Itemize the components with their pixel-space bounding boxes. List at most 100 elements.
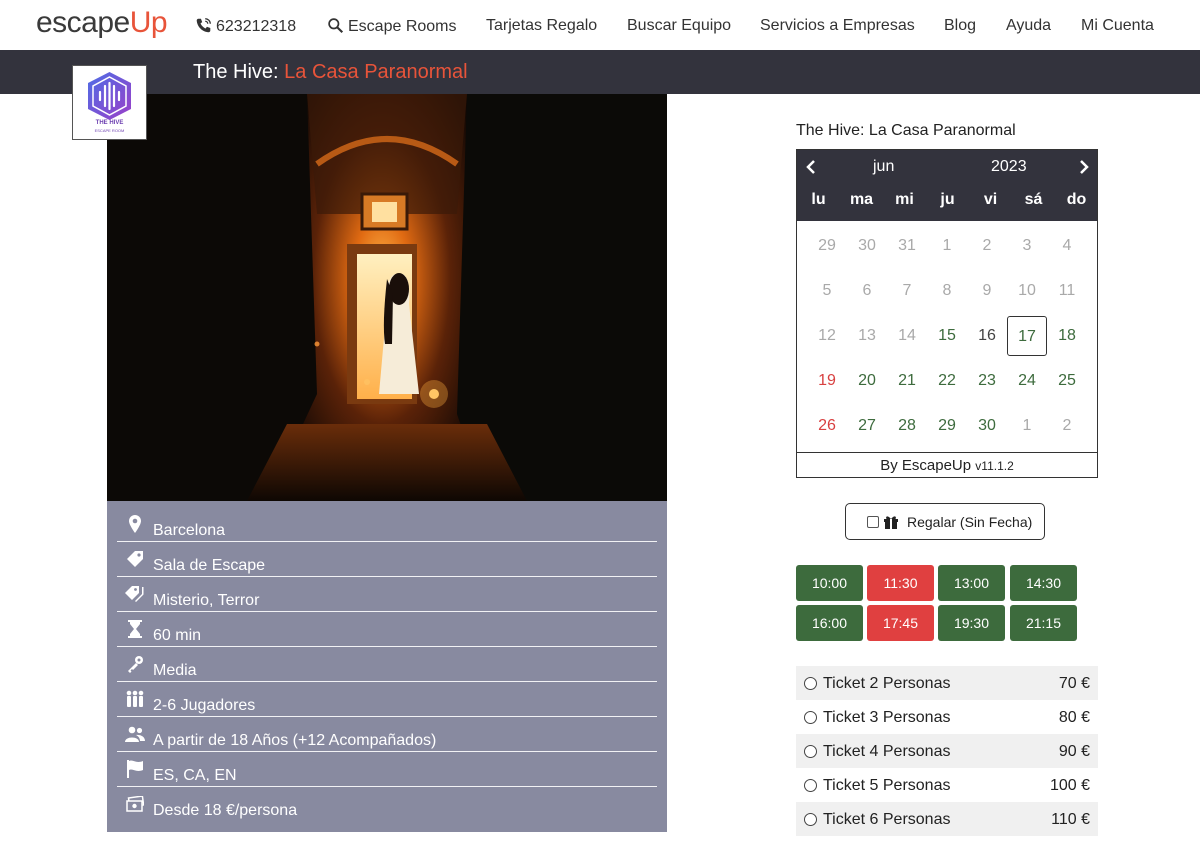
price-text: Desde 18 €/persona	[153, 802, 298, 819]
logo-text-up: Up	[129, 6, 168, 39]
hourglass-icon	[125, 620, 145, 638]
calendar-day-unavailable: 2	[982, 237, 992, 254]
nav-blog[interactable]: Blog	[944, 17, 976, 35]
calendar-day-prev-month: 31	[898, 237, 916, 254]
booking-calendar: jun 2023 lu ma mi ju vi sá do 29 30 31 1…	[796, 149, 1098, 478]
ticket-name: Ticket 4 Personas	[823, 743, 951, 760]
key-icon	[125, 655, 145, 673]
calendar-day-unavailable: 12	[818, 327, 836, 344]
ticket-option[interactable]: Ticket 2 Personas 70 €	[796, 666, 1098, 700]
phone-icon	[196, 18, 211, 33]
ticket-price: 90 €	[1058, 743, 1090, 760]
time-slot-available[interactable]: 13:00	[938, 565, 1005, 601]
players-text: 2-6 Jugadores	[153, 697, 256, 714]
room-photo	[107, 94, 667, 501]
room-title: The Hive: La Casa Paranormal	[193, 61, 468, 84]
calendar-day-available[interactable]: 29	[927, 406, 967, 446]
ticket-radio[interactable]	[804, 813, 817, 826]
haunted-corridor-image	[107, 94, 667, 501]
calendar-day-selected[interactable]: 17	[1007, 316, 1047, 356]
flag-icon	[125, 760, 145, 778]
calendar-day-unavailable: 1	[942, 237, 952, 254]
logo-text-escape: escape	[36, 6, 130, 39]
calendar-month[interactable]: jun	[873, 158, 894, 176]
calendar-day-available[interactable]: 21	[887, 361, 927, 401]
calendar-day-unavailable: 7	[902, 282, 912, 299]
ticket-price: 80 €	[1058, 709, 1090, 726]
calendar-day-available[interactable]: 24	[1007, 361, 1047, 401]
ticket-option[interactable]: Ticket 3 Personas 80 €	[796, 700, 1098, 734]
languages-text: ES, CA, EN	[153, 767, 237, 784]
calendar-day-available[interactable]: 16	[967, 316, 1007, 356]
tag-icon	[125, 550, 145, 568]
room-name: La Casa Paranormal	[284, 61, 468, 83]
nav-escape-rooms-label: Escape Rooms	[348, 18, 457, 35]
calendar-day-available[interactable]: 25	[1047, 361, 1087, 401]
nav-escape-rooms[interactable]: Escape Rooms	[327, 17, 457, 36]
ticket-price: 70 €	[1058, 675, 1090, 692]
calendar-day-unavailable: 9	[982, 282, 992, 299]
calendar-day-available[interactable]: 18	[1047, 316, 1087, 356]
calendar-day-unavailable: 8	[942, 282, 952, 299]
hive-hexagon-logo	[88, 72, 131, 120]
ticket-price: 110 €	[1051, 811, 1090, 828]
calendar-day-next-month: 2	[1062, 417, 1072, 434]
time-slot-full: 17:45	[867, 605, 934, 641]
location-text: Barcelona	[153, 522, 226, 539]
weekday-label: ju	[940, 191, 955, 208]
detail-difficulty: Media	[117, 647, 657, 682]
ticket-radio[interactable]	[804, 711, 817, 724]
ticket-name: Ticket 5 Personas	[823, 777, 951, 794]
phone-number: 623212318	[216, 18, 297, 35]
ticket-option[interactable]: Ticket 5 Personas 100 €	[796, 768, 1098, 802]
logo-name: THE HIVE	[95, 120, 124, 126]
gift-checkbox[interactable]	[867, 516, 879, 528]
gift-no-date-button[interactable]: Regalar (Sin Fecha)	[845, 503, 1045, 540]
time-slot-available[interactable]: 14:30	[1010, 565, 1077, 601]
escapeup-logo[interactable]: escapeUp	[36, 6, 168, 40]
ticket-option[interactable]: Ticket 6 Personas 110 €	[796, 802, 1098, 836]
calendar-day-available[interactable]: 23	[967, 361, 1007, 401]
duration-text: 60 min	[153, 627, 202, 644]
ticket-option[interactable]: Ticket 4 Personas 90 €	[796, 734, 1098, 768]
calendar-day-prev-month: 30	[858, 237, 876, 254]
nav-find-team[interactable]: Buscar Equipo	[627, 17, 731, 35]
calendar-day-available[interactable]: 22	[927, 361, 967, 401]
tags-icon	[125, 585, 145, 603]
weekday-label: sá	[1024, 191, 1043, 208]
calendar-day-available[interactable]: 15	[927, 316, 967, 356]
prev-month-button[interactable]	[801, 156, 821, 178]
calendar-day-unavailable: 10	[1018, 282, 1036, 299]
genres-text: Misterio, Terror	[153, 592, 260, 609]
nav-business-services[interactable]: Servicios a Empresas	[760, 17, 915, 35]
time-slot-available[interactable]: 16:00	[796, 605, 863, 641]
calendar-day-available[interactable]: 30	[967, 406, 1007, 446]
weekday-label: ma	[849, 191, 874, 208]
room-details-list: Barcelona Sala de Escape Misterio, Terro…	[107, 501, 667, 832]
map-pin-icon	[125, 515, 145, 533]
calendar-day-unavailable: 13	[858, 327, 876, 344]
calendar-day-unavailable: 4	[1062, 237, 1072, 254]
time-slot-available[interactable]: 10:00	[796, 565, 863, 601]
ticket-radio[interactable]	[804, 745, 817, 758]
difficulty-text: Media	[153, 662, 197, 679]
users-icon	[125, 725, 145, 743]
nav-phone[interactable]: 623212318	[195, 17, 296, 36]
calendar-day-unavailable: 14	[898, 327, 916, 344]
time-slot-available[interactable]: 19:30	[938, 605, 1005, 641]
ticket-radio[interactable]	[804, 779, 817, 792]
venue-logo[interactable]: THE HIVE ESCAPE ROOM	[72, 65, 147, 140]
time-slot-available[interactable]: 21:15	[1010, 605, 1077, 641]
ticket-price: 100 €	[1049, 777, 1090, 794]
next-month-button[interactable]	[1074, 156, 1094, 178]
calendar-day-available[interactable]: 27	[847, 406, 887, 446]
calendar-year[interactable]: 2023	[991, 158, 1027, 176]
calendar-day-available[interactable]: 28	[887, 406, 927, 446]
ticket-radio[interactable]	[804, 677, 817, 690]
nav-my-account[interactable]: Mi Cuenta	[1081, 17, 1154, 35]
calendar-day-prev-month: 29	[818, 237, 836, 254]
nav-gift-cards[interactable]: Tarjetas Regalo	[486, 17, 597, 35]
calendar-day-available[interactable]: 20	[847, 361, 887, 401]
ticket-name: Ticket 6 Personas	[823, 811, 951, 828]
nav-help[interactable]: Ayuda	[1006, 17, 1051, 35]
